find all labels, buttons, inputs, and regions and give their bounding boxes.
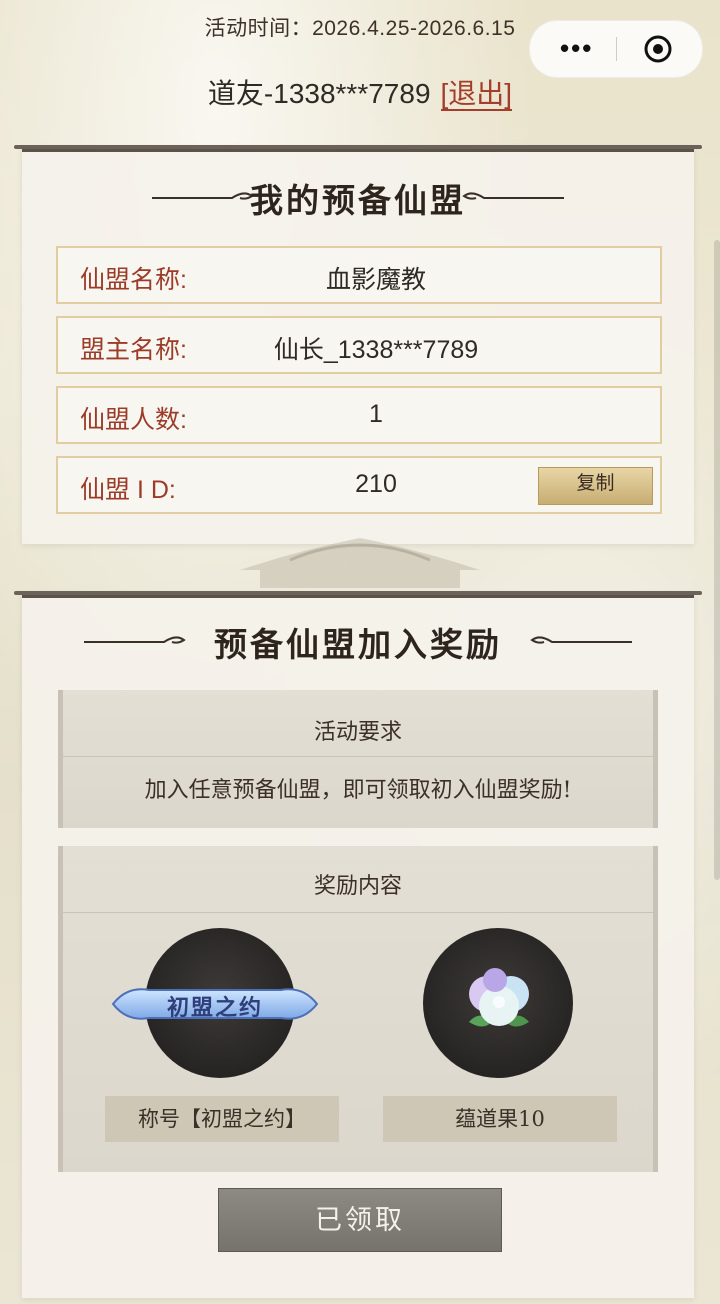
claimed-button[interactable]: 已领取 [218,1188,502,1252]
alliance-id-value: 210 [355,470,397,498]
title-badge-icon: 初盟之约 [109,982,321,1026]
my-alliance-panel: 我的预备仙盟 仙盟名称: 血影魔教 盟主名称: 仙长_1338***7789 仙… [14,145,702,544]
requirement-box: 活动要求 加入任意预备仙盟，即可领取初入仙盟奖励! [58,690,658,828]
username: 道友-1338***7789 [207,78,431,109]
pavilion-decoration-icon [240,538,480,588]
title-ornament-right-icon [530,636,632,644]
logout-link[interactable]: [退出] [440,78,513,111]
alliance-id-label: 仙盟 I D: [80,476,176,504]
my-alliance-title: 我的预备仙盟 [250,181,466,220]
member-count-label: 仙盟人数: [80,406,187,434]
alliance-id-row: 仙盟 I D: 210 复制 [56,456,662,514]
requirement-text: 加入任意预备仙盟，即可领取初入仙盟奖励! [144,778,572,803]
fruit-icon [469,968,529,1027]
reward-content-title: 奖励内容 [313,874,402,899]
leader-name-label: 盟主名称: [80,336,187,364]
title-ornament-right-icon [462,192,564,200]
title-badge-text: 初盟之约 [166,995,263,1021]
title-reward-label: 称号【初盟之约】 [105,1096,339,1142]
divider [63,912,653,913]
leader-name-value: 仙长_1338***7789 [273,336,479,364]
reward-content-box: 奖励内容 初盟之约 称号【初盟之约】 蕴道果10 [58,846,658,1172]
alliance-name-row: 仙盟名称: 血影魔教 [56,246,662,304]
alliance-name-label: 仙盟名称: [80,266,187,294]
more-icon[interactable]: ••• [560,35,593,61]
divider [63,756,653,757]
capsule-divider [616,37,617,61]
mini-program-capsule[interactable]: ••• [529,20,703,78]
leader-name-row: 盟主名称: 仙长_1338***7789 [56,316,662,374]
user-line: 道友-1338***7789 [退出] [0,72,720,112]
page-scrollbar[interactable] [714,240,720,880]
fruit-reward-label: 蕴道果10 [383,1096,617,1142]
requirement-title: 活动要求 [313,720,402,745]
copy-button[interactable]: 复制 [538,467,653,505]
member-count-row: 仙盟人数: 1 [56,386,662,444]
alliance-name-value: 血影魔教 [325,266,426,294]
member-count-value: 1 [369,400,383,428]
close-target-icon[interactable] [643,34,673,64]
